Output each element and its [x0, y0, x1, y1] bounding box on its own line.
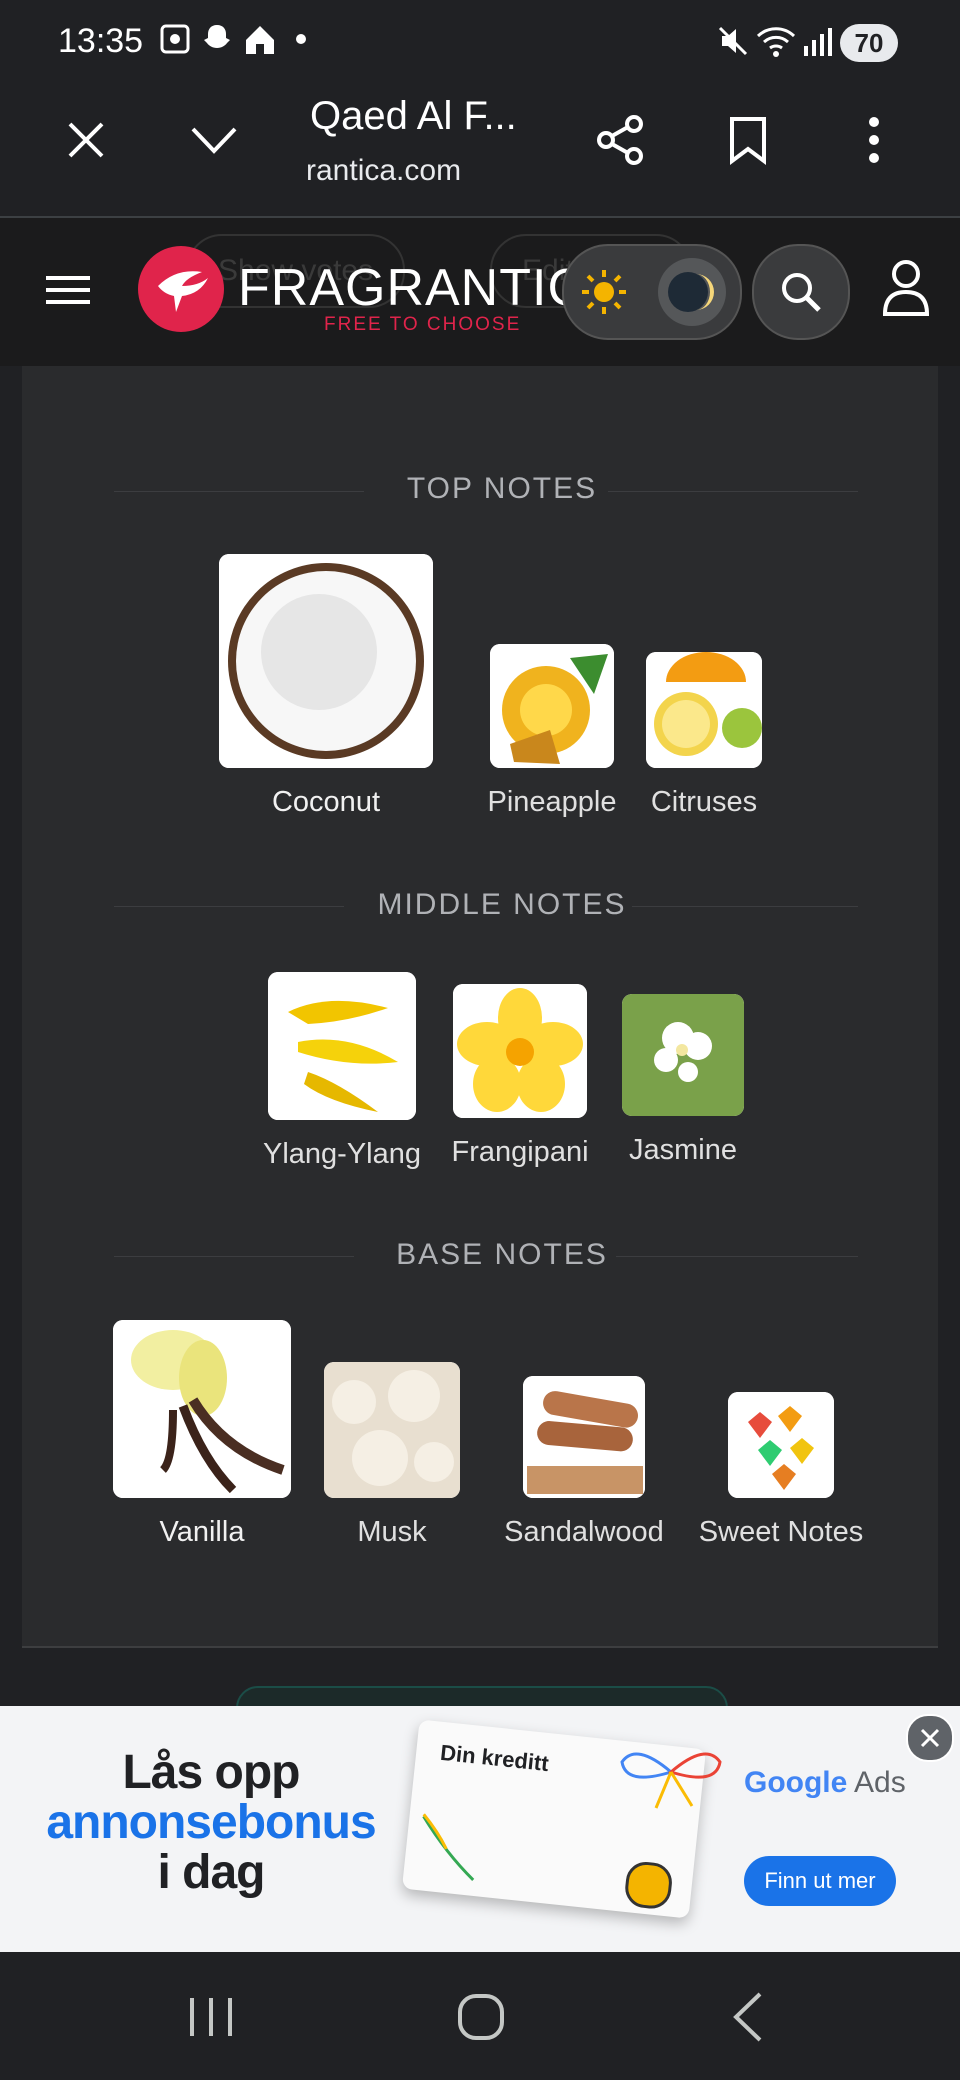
more-options-button[interactable]	[834, 100, 914, 180]
back-button[interactable]	[730, 1990, 766, 2049]
mute-icon	[716, 24, 750, 66]
sweet-notes-image	[728, 1392, 834, 1498]
minimize-tab-button[interactable]	[174, 100, 254, 180]
search-icon	[782, 273, 821, 312]
note-musk[interactable]: Musk	[322, 1362, 462, 1549]
system-navigation-bar	[0, 1952, 960, 2080]
ad-banner[interactable]: Lås opp annonsebonus i dag Din kreditt G…	[0, 1706, 960, 1952]
ad-close-button[interactable]	[906, 1714, 954, 1762]
note-frangipani[interactable]: Frangipani	[420, 984, 620, 1169]
note-vanilla[interactable]: Vanilla	[112, 1320, 292, 1549]
pineapple-image	[490, 644, 614, 768]
home-icon	[242, 22, 278, 66]
note-label: Musk	[357, 1516, 427, 1548]
home-button[interactable]	[456, 1992, 506, 2047]
home-circle-icon	[458, 1994, 504, 2040]
note-label: Vanilla	[159, 1516, 245, 1548]
note-sweet-notes[interactable]: Sweet Notes	[676, 1392, 886, 1549]
bow-icon	[620, 1752, 722, 1809]
menu-button[interactable]	[46, 274, 90, 311]
moon-icon	[668, 272, 714, 312]
snapchat-icon	[200, 22, 234, 64]
user-icon	[882, 260, 930, 316]
ylang-ylang-image	[268, 972, 416, 1120]
ads-logo-badge-icon	[623, 1859, 674, 1911]
middle-notes-title: MIDDLE NOTES	[377, 888, 627, 921]
ad-headline-line1: Lås opp	[122, 1746, 300, 1799]
musk-image	[324, 1362, 460, 1498]
google-ads-logo: Google Ads	[744, 1766, 906, 1800]
theme-toggle[interactable]	[562, 244, 742, 340]
frangipani-image	[453, 984, 587, 1118]
note-label: Pineapple	[487, 786, 617, 818]
vanilla-image	[113, 1320, 291, 1498]
ad-headline: Lås opp annonsebonus i dag	[36, 1748, 386, 1898]
notification-dot-icon	[296, 34, 306, 44]
hamburger-icon	[46, 276, 90, 304]
more-vert-icon	[869, 117, 879, 163]
bookmark-icon	[730, 117, 766, 165]
google-wordmark: Google	[744, 1766, 848, 1799]
note-ylang-ylang[interactable]: Ylang-Ylang	[232, 972, 452, 1171]
battery-indicator: 70	[840, 24, 898, 62]
page-url: rantica.com	[306, 154, 462, 187]
top-notes-title: TOP NOTES	[406, 472, 598, 505]
site-search-button[interactable]	[752, 244, 850, 340]
share-button[interactable]	[580, 100, 660, 180]
note-coconut[interactable]: Coconut	[218, 554, 434, 819]
note-label: Sandalwood	[504, 1516, 664, 1548]
note-label: Coconut	[271, 786, 380, 818]
note-jasmine[interactable]: Jasmine	[608, 994, 758, 1167]
close-icon	[68, 122, 104, 158]
back-icon	[733, 1992, 762, 2042]
hummingbird-logo-icon	[138, 246, 224, 332]
sun-icon	[580, 268, 628, 321]
ad-card-text: Din kreditt	[439, 1739, 550, 1777]
coconut-image	[219, 554, 433, 768]
recent-apps-button[interactable]	[186, 1994, 236, 2045]
share-icon	[597, 115, 643, 165]
citruses-image	[646, 652, 762, 768]
brand-tagline: FREE TO CHOOSE	[324, 314, 522, 335]
note-label: Sweet Notes	[698, 1516, 864, 1548]
status-time: 13:35	[58, 22, 144, 60]
ad-cta-button[interactable]: Finn ut mer	[744, 1856, 896, 1906]
note-citruses[interactable]: Citruses	[624, 652, 784, 819]
ribbon-icon	[422, 1813, 475, 1881]
note-sandalwood[interactable]: Sandalwood	[484, 1376, 684, 1549]
note-label: Ylang-Ylang	[263, 1138, 421, 1170]
ads-wordmark: Ads	[854, 1766, 906, 1799]
close-icon	[920, 1728, 940, 1748]
wifi-icon	[756, 24, 796, 66]
close-tab-button[interactable]	[46, 100, 126, 180]
user-account-button[interactable]	[882, 258, 930, 323]
fragrantica-logo[interactable]	[138, 246, 224, 337]
note-label: Frangipani	[451, 1136, 589, 1168]
note-label: Citruses	[650, 786, 758, 818]
recents-icon	[190, 1998, 232, 2036]
ad-headline-line3: i dag	[157, 1846, 265, 1899]
signal-icon	[800, 24, 834, 66]
note-pineapple[interactable]: Pineapple	[462, 644, 642, 819]
note-label: Jasmine	[629, 1134, 737, 1166]
base-notes-title: BASE NOTES	[396, 1238, 608, 1271]
toggle-knob	[658, 258, 726, 326]
ad-headline-line2: annonsebonus	[46, 1796, 376, 1849]
notes-pyramid: TOP NOTES Coconut Pineapple Citruses MID…	[22, 366, 938, 1648]
chevron-down-icon	[191, 127, 237, 154]
sandalwood-image	[523, 1376, 645, 1498]
screenshot-icon	[158, 22, 192, 64]
jasmine-image	[622, 994, 744, 1116]
page-title: Qaed Al F...	[310, 94, 517, 138]
bookmark-button[interactable]	[708, 100, 788, 180]
status-bar: 13:35 70	[0, 0, 960, 86]
